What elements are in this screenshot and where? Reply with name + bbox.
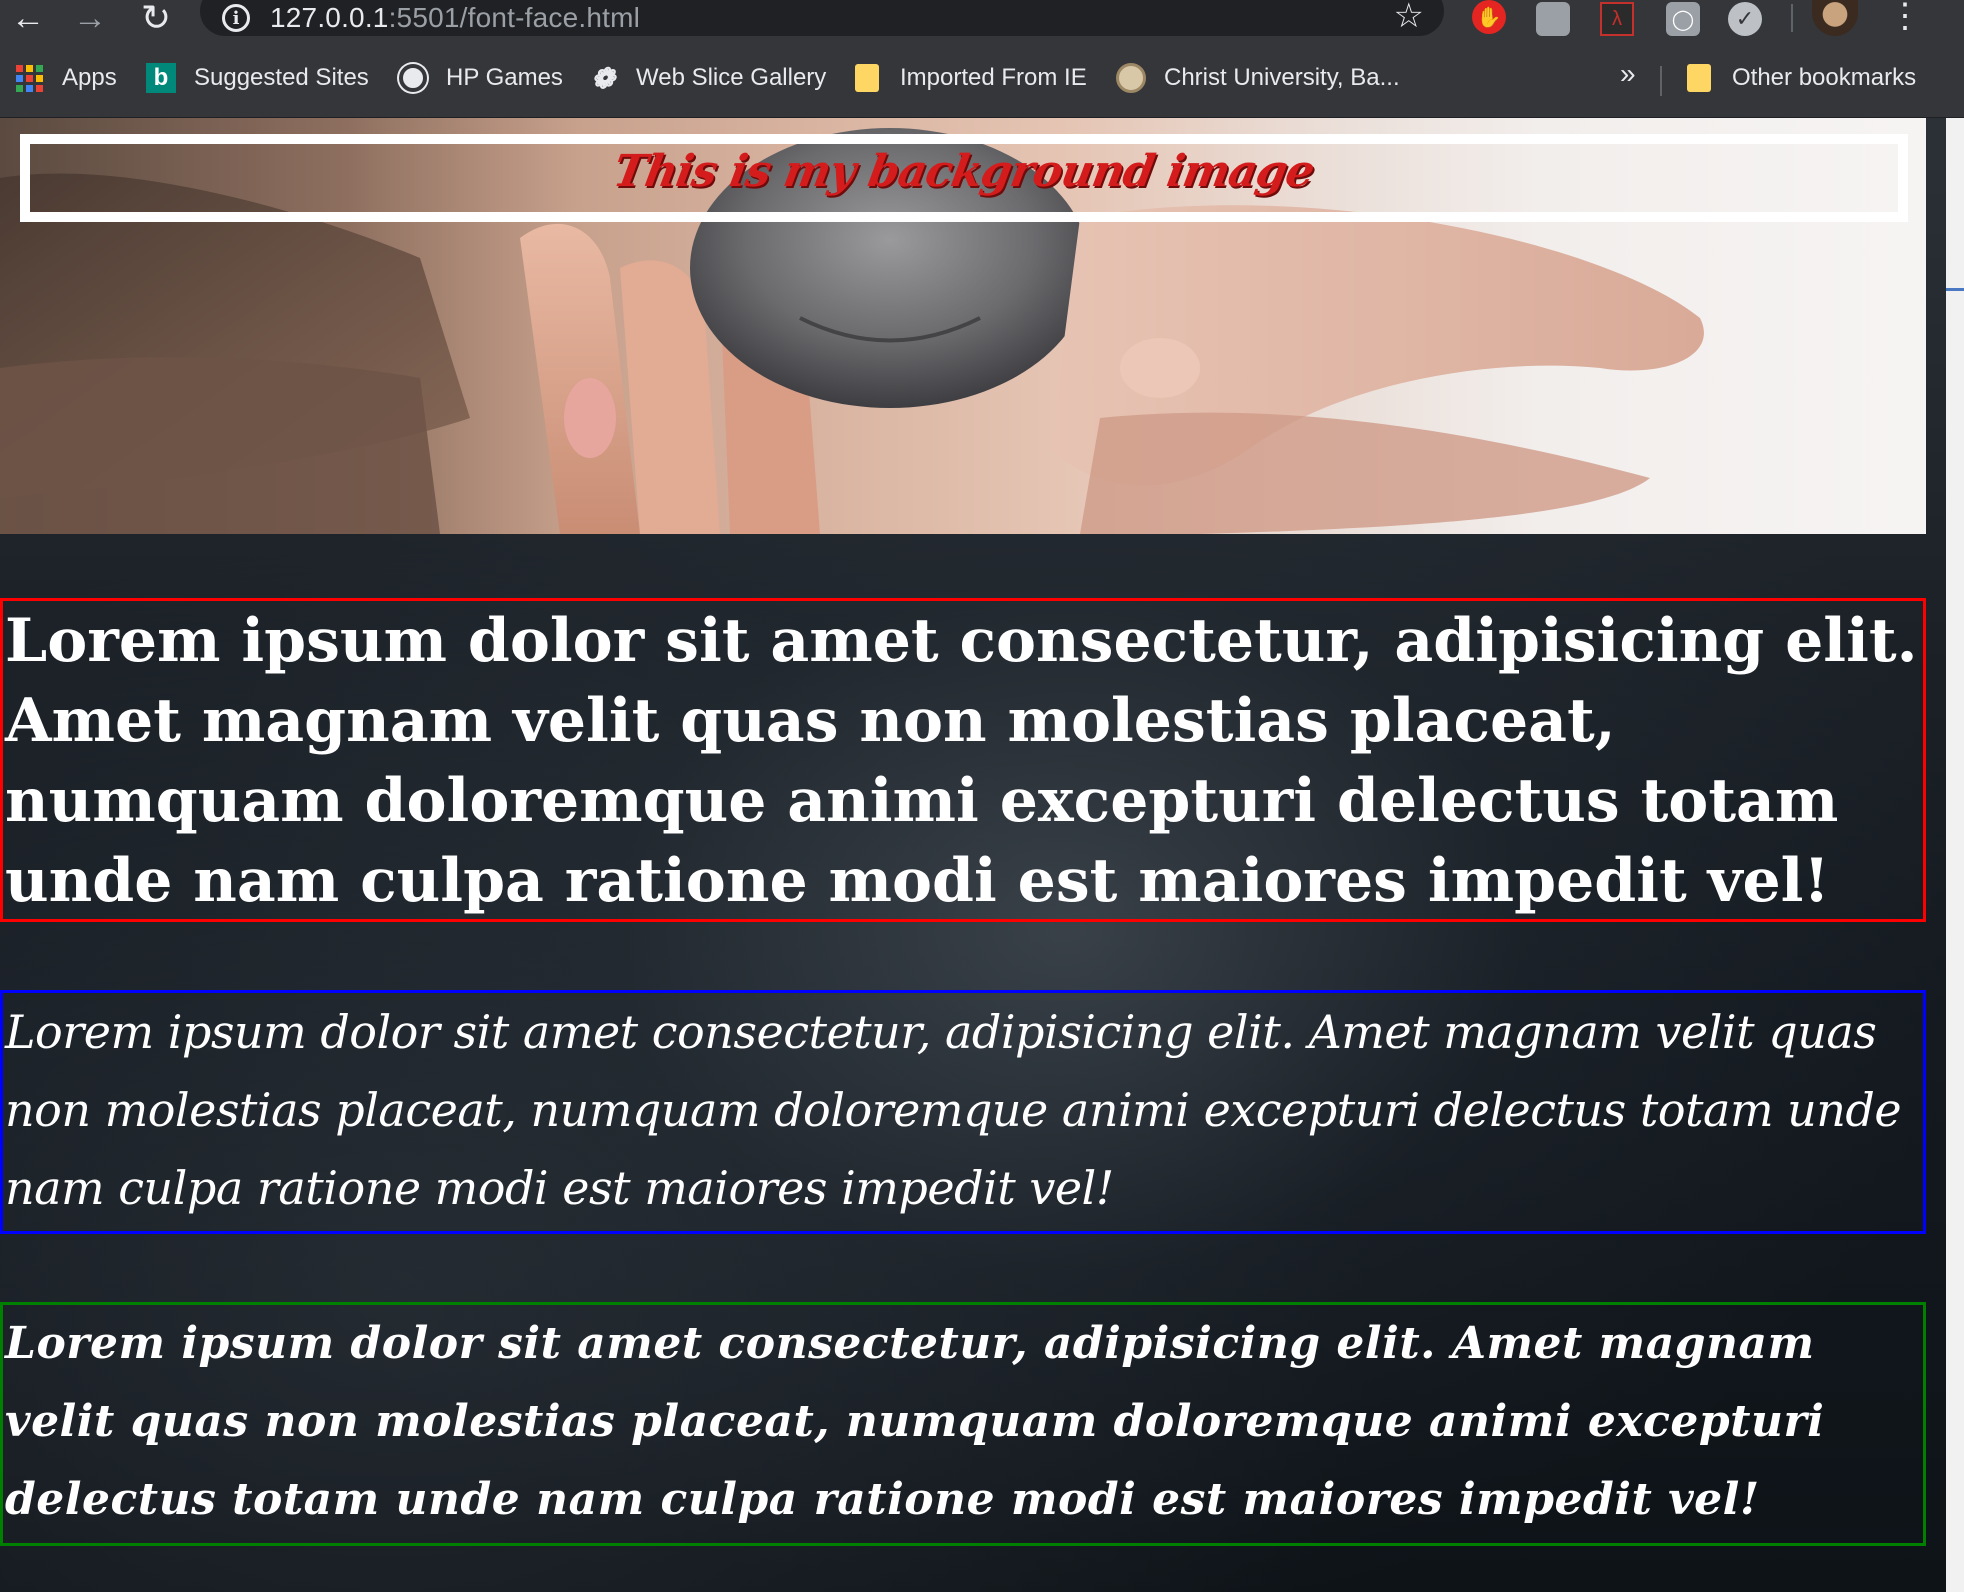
- bookmark-label: Suggested Sites: [194, 64, 369, 91]
- ccleaner-icon[interactable]: ✓: [1728, 2, 1762, 36]
- bookmark-christ-university[interactable]: Christ University, Ba...: [1116, 58, 1400, 98]
- bookmark-label: Imported From IE: [900, 64, 1087, 91]
- bookmarks-bar: Apps b Suggested Sites HP Games ❁ Web Sl…: [0, 36, 1964, 118]
- paragraph-green-border: Lorem ipsum dolor sit amet consectetur, …: [0, 1302, 1926, 1546]
- forward-arrow-icon[interactable]: →: [70, 0, 110, 36]
- paragraph-red-border: Lorem ipsum dolor sit amet consectetur, …: [0, 598, 1926, 922]
- globe-icon: [398, 63, 428, 93]
- banner-title: This is my background image: [609, 145, 1319, 197]
- bulb-icon[interactable]: ◯: [1666, 2, 1700, 36]
- url-path: :5501/font-face.html: [388, 2, 641, 33]
- background-banner: This is my background image: [20, 134, 1908, 222]
- avatar[interactable]: [1812, 0, 1858, 36]
- bookmark-label: Christ University, Ba...: [1164, 64, 1400, 91]
- bookmark-imported-from-ie[interactable]: Imported From IE: [852, 58, 1087, 98]
- bookmark-label: Web Slice Gallery: [636, 64, 827, 91]
- bookmark-hp-games[interactable]: HP Games: [398, 58, 563, 98]
- bookmark-label: Other bookmarks: [1732, 64, 1917, 91]
- web-slice-icon: ❁: [591, 62, 615, 94]
- bookmark-label: HP Games: [446, 64, 563, 91]
- bookmark-label: Apps: [62, 64, 117, 91]
- university-seal-icon: [1116, 63, 1146, 93]
- extension-icon[interactable]: [1536, 2, 1570, 36]
- scrollbar[interactable]: [1946, 118, 1964, 1592]
- folder-icon: [1684, 63, 1714, 93]
- pdf-icon[interactable]: λ: [1600, 2, 1634, 36]
- back-arrow-icon[interactable]: ←: [8, 0, 48, 36]
- url-text[interactable]: 127.0.0.1:5501/font-face.html: [270, 2, 640, 34]
- bing-icon: b: [146, 63, 176, 93]
- menu-icon[interactable]: ⋮: [1888, 0, 1922, 33]
- paragraph-blue-border: Lorem ipsum dolor sit amet consectetur, …: [0, 990, 1926, 1234]
- bookmark-web-slice-gallery[interactable]: ❁ Web Slice Gallery: [588, 58, 826, 98]
- info-icon[interactable]: i: [222, 4, 250, 32]
- adblock-icon[interactable]: ✋: [1472, 0, 1506, 34]
- star-icon[interactable]: ☆: [1394, 0, 1424, 36]
- bookmark-apps[interactable]: Apps: [14, 58, 117, 98]
- bookmark-other-bookmarks[interactable]: Other bookmarks: [1684, 58, 1916, 98]
- bookmark-suggested-sites[interactable]: b Suggested Sites: [146, 58, 369, 98]
- folder-icon: [852, 63, 882, 93]
- page-content: This is my background image Lorem ipsum …: [0, 118, 1946, 1592]
- hero-background-image: This is my background image: [0, 118, 1926, 534]
- bookmarks-overflow-button[interactable]: »: [1620, 58, 1636, 90]
- reload-icon[interactable]: ↻: [136, 0, 176, 36]
- apps-grid-icon: [14, 63, 44, 93]
- url-host: 127.0.0.1: [270, 2, 389, 33]
- browser-toolbar: ← → ↻ i 127.0.0.1:5501/font-face.html ☆ …: [0, 0, 1964, 36]
- scrollbar-thumb[interactable]: [1946, 288, 1964, 291]
- toolbar-divider: [1791, 4, 1793, 32]
- address-bar[interactable]: i 127.0.0.1:5501/font-face.html ☆: [200, 0, 1444, 36]
- bookmarks-divider: [1660, 66, 1662, 96]
